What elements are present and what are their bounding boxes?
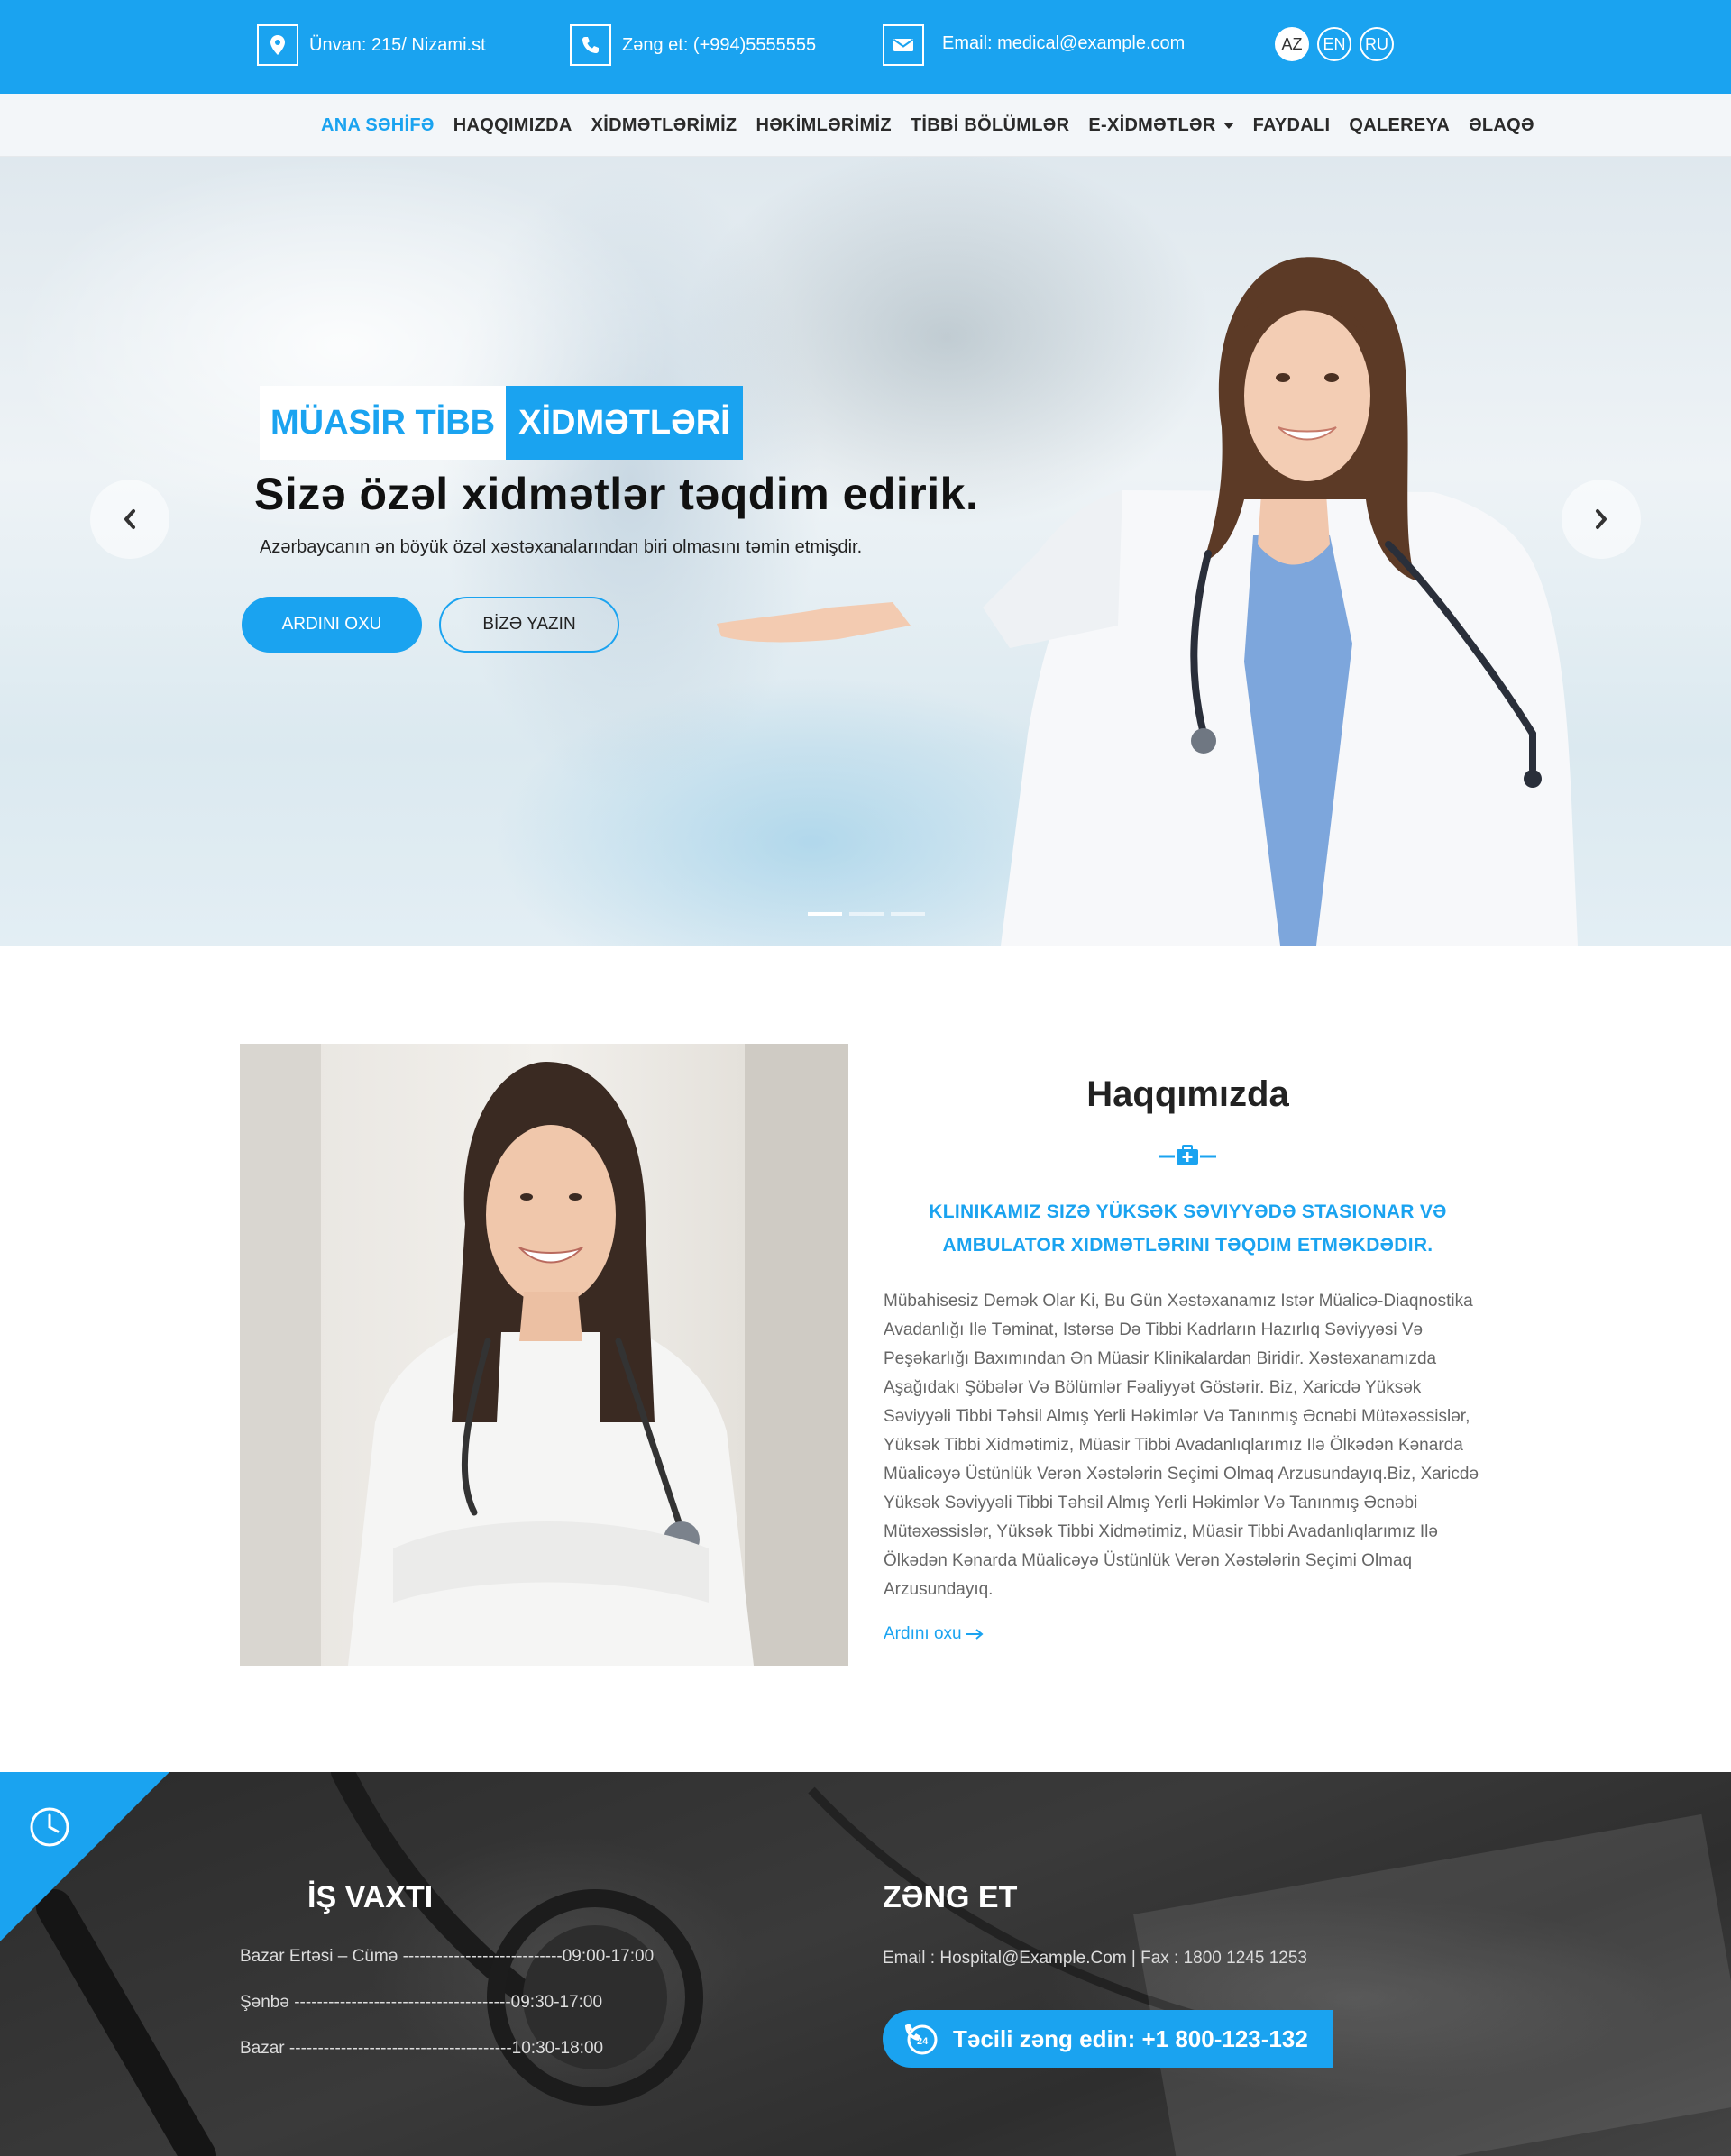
address-text: Ünvan: 215/ Nizami.st — [309, 34, 486, 55]
nav-item-useful[interactable]: FAYDALI — [1253, 115, 1331, 136]
emergency-call-label: Təcili zəng edin: +1 800-123-132 — [953, 2024, 1308, 2052]
phone-24-icon: 24 — [892, 2010, 949, 2068]
lang-ru[interactable]: RU — [1360, 27, 1394, 61]
hours-row-saturday: Şənbə ----------------------------------… — [240, 1993, 603, 2012]
slider-dot[interactable] — [891, 912, 925, 916]
slider-indicators — [808, 912, 925, 916]
main-navigation: ANA SƏHİFƏ HAQQIMIZDA XİDMƏTLƏRİMİZ HƏKİ… — [0, 94, 1731, 157]
hero-badge-part2: XİDMƏTLƏRİ — [506, 386, 743, 460]
slider-dot[interactable] — [808, 912, 842, 916]
lang-az[interactable]: AZ — [1275, 27, 1309, 61]
nav-item-e-services[interactable]: E-XİDMƏTLƏR — [1088, 114, 1234, 136]
about-read-more-label: Ardını oxu — [884, 1624, 962, 1643]
about-title: Haqqımızda — [1086, 1074, 1289, 1114]
phone-text: Zəng et: (+994)5555555 — [622, 34, 817, 55]
email-text: Email: medical@example.com — [942, 32, 1186, 53]
nav-item-contact[interactable]: ƏLAQƏ — [1469, 115, 1534, 136]
hero-title: Sizə özəl xidmətlər təqdim edirik. — [254, 469, 979, 519]
write-us-button[interactable]: BİZƏ YAZIN — [439, 597, 619, 653]
read-more-button[interactable]: ARDINI OXU — [242, 597, 422, 653]
nav-item-e-services-label: E-XİDMƏTLƏR — [1088, 114, 1216, 135]
language-switcher: AZ EN RU — [1275, 27, 1394, 61]
clock-icon — [30, 1807, 69, 1847]
slider-dot[interactable] — [849, 912, 884, 916]
hours-row-weekdays: Bazar Ertəsi – Cümə --------------------… — [240, 1947, 655, 1966]
nav-item-home[interactable]: ANA SƏHİFƏ — [321, 115, 435, 136]
top-contact-bar: Ünvan: 215/ Nizami.st Zəng et: (+994)555… — [0, 0, 1731, 94]
corner-accent — [0, 1772, 169, 1941]
hero-badge: MÜASİR TİBB XİDMƏTLƏRİ — [260, 386, 743, 460]
working-hours-list: Bazar Ertəsi – Cümə --------------------… — [240, 1947, 654, 2085]
emergency-call-button[interactable]: 24 Təcili zəng edin: +1 800-123-132 — [883, 2010, 1333, 2068]
nav-item-gallery[interactable]: QALEREYA — [1349, 115, 1450, 136]
hours-row-sunday: Bazar ----------------------------------… — [240, 2039, 604, 2058]
email-item[interactable]: Email: medical@example.com — [883, 23, 1185, 67]
lang-en[interactable]: EN — [1317, 27, 1351, 61]
nav-item-departments[interactable]: TİBBİ BÖLÜMLƏR — [911, 115, 1069, 136]
call-title: ZƏNG ET — [883, 1880, 1018, 1914]
nav-item-services[interactable]: XİDMƏTLƏRİMİZ — [591, 115, 737, 136]
phone-icon — [570, 24, 611, 66]
hero-subtitle: Azərbaycanın ən böyük özəl xəstəxanaları… — [260, 537, 863, 557]
caret-down-icon — [1223, 122, 1234, 129]
envelope-icon — [883, 24, 924, 66]
nav-item-about[interactable]: HAQQIMIZDA — [453, 115, 572, 136]
arrow-right-icon — [966, 1629, 984, 1640]
hero-slider: MÜASİR TİBB XİDMƏTLƏRİ Sizə özəl xidmətl… — [0, 157, 1731, 946]
address-item: Ünvan: 215/ Nizami.st — [257, 23, 486, 67]
about-read-more-link[interactable]: Ardını oxu — [884, 1624, 984, 1644]
about-lead: KLINIKAMIZ SIZƏ YÜKSƏK SƏVIYYƏDƏ STASION… — [929, 1201, 1447, 1256]
about-doctor-image — [240, 1044, 848, 1666]
chevron-right-icon — [1596, 509, 1607, 529]
map-pin-icon — [257, 24, 298, 66]
svg-text:24: 24 — [917, 2036, 929, 2047]
slider-prev-button[interactable] — [90, 480, 169, 559]
hero-badge-part1: MÜASİR TİBB — [260, 386, 507, 460]
contact-line: Email : Hospital@Example.Com | Fax : 180… — [883, 1949, 1307, 1968]
about-text: Mübahisesiz Demək Olar Ki, Bu Gün Xəstəx… — [884, 1292, 1479, 1599]
medical-kit-icon — [1159, 1145, 1216, 1165]
slider-next-button[interactable] — [1562, 480, 1641, 559]
phone-item[interactable]: Zəng et: (+994)5555555 — [570, 23, 816, 67]
hours-title: İŞ VAXTI — [307, 1880, 434, 1914]
nav-item-doctors[interactable]: HƏKİMLƏRİMİZ — [756, 115, 891, 136]
chevron-left-icon — [124, 509, 135, 529]
